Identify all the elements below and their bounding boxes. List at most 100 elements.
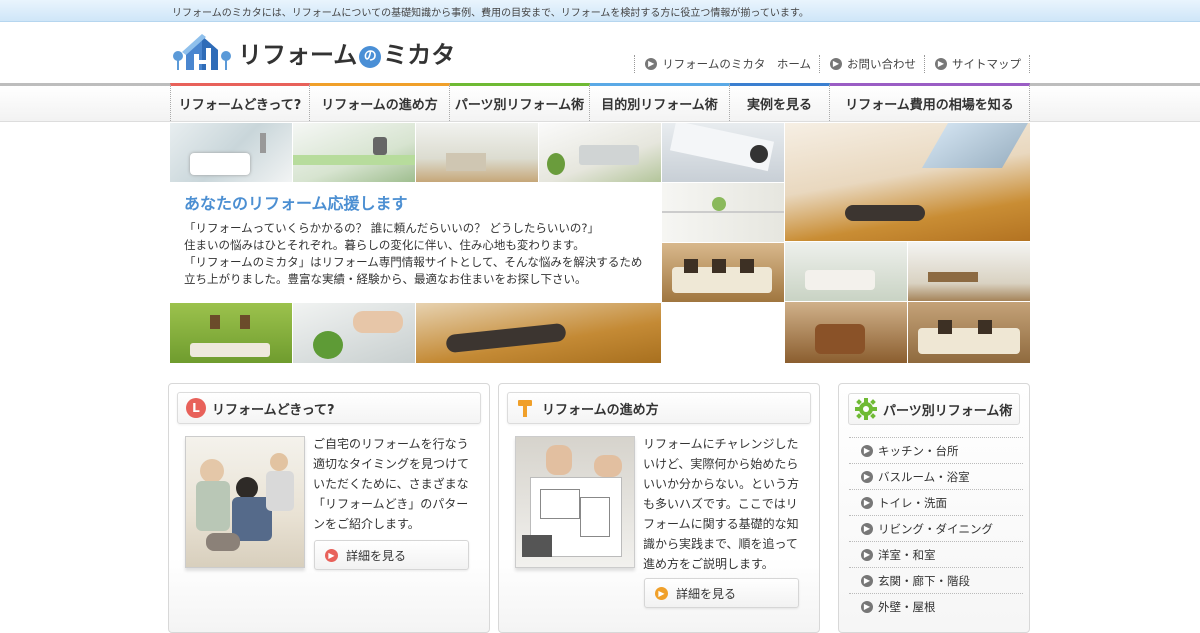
hero-line: 住まいの悩みはひとそれぞれ。暮らしの変化に伴い、住み心地も変わります。 — [184, 238, 585, 252]
utility-links: ▶ リフォームのミカタ ホーム ▶ お問い合わせ ▶ サイトマップ — [634, 55, 1030, 73]
global-nav: リフォームどきって? リフォームの進め方 パーツ別リフォーム術 目的別リフォーム… — [170, 83, 1030, 121]
logo-text-mikata: ミカタ — [383, 41, 456, 69]
sofa-room-photo — [908, 302, 1030, 363]
util-link-home[interactable]: ▶ リフォームのミカタ ホーム — [634, 55, 819, 73]
arrow-right-icon: ▶ — [655, 586, 668, 600]
nav-examples[interactable]: 実例を見る — [730, 83, 830, 121]
blueprint-hands-photo — [515, 436, 635, 568]
details-button[interactable]: ▶ 詳細を見る — [644, 578, 799, 608]
logo-no-badge: の — [359, 46, 382, 68]
lounge-chair-photo — [416, 303, 661, 363]
house-logo-icon — [173, 34, 231, 70]
nav-label: パーツ別リフォーム術 — [454, 98, 585, 113]
hammer-icon — [518, 400, 532, 417]
arrow-right-icon: ▶ — [861, 548, 873, 561]
sidebar-reform-by-part: パーツ別リフォーム術 ▶ キッチン・台所 ▶ バスルーム・浴室 ▶ トイレ・洗面 ▶ リ… — [838, 383, 1030, 633]
top-info-bar: リフォームのミカタには、リフォームについての基礎知識から事例、費用の目安まで、リ… — [0, 0, 1200, 22]
card-header: リフォームの進め方 — [507, 392, 811, 424]
util-link-sitemap[interactable]: ▶ サイトマップ — [924, 55, 1030, 73]
dining-room-photo — [416, 123, 538, 182]
nav-reform-by-part[interactable]: パーツ別リフォーム術 — [450, 83, 590, 121]
sidebar-item-label: トイレ・洗面 — [878, 495, 947, 510]
l-badge-icon: L — [186, 398, 206, 418]
sidebar-item-label: 玄関・廊下・階段 — [878, 573, 970, 588]
nav-reform-timing[interactable]: リフォームどきって? — [170, 83, 310, 121]
card-text-line: ンをご紹介します。 — [313, 517, 420, 531]
hero-collage: あなたのリフォーム応援します 「リフォームっていくらかかるの？ 誰に頼んだらいい… — [170, 123, 1030, 363]
nav-reform-process[interactable]: リフォームの進め方 — [310, 83, 450, 121]
card-text-line: 識から実践まで、順を追って — [643, 537, 798, 551]
card-reform-process: リフォームの進め方 リフォームにチャレンジした いけど、実際何から始めたら いい… — [498, 383, 820, 633]
attic-living-photo — [785, 123, 1030, 241]
sidebar-item-entrance[interactable]: ▶ 玄関・廊下・階段 — [849, 567, 1023, 593]
hero-title: あなたのリフォーム応援します — [184, 194, 408, 213]
shelf-plant-photo — [662, 183, 784, 242]
card-title: リフォームの進め方 — [542, 402, 659, 418]
card-title: リフォームどきって? — [212, 402, 335, 418]
site-logo[interactable]: リフォームのミカタ — [172, 30, 455, 74]
sidebar-title: パーツ別リフォーム術 — [883, 403, 1013, 419]
bathroom-photo — [170, 123, 292, 182]
card-text-line: いただくために、さまざまな — [313, 477, 469, 491]
arrow-right-icon: ▶ — [861, 574, 873, 587]
card-text-line: フォームに関する基礎的な知 — [643, 517, 799, 531]
arrow-right-icon: ▶ — [861, 496, 873, 509]
card-header: L リフォームどきって? — [177, 392, 481, 424]
sink-photo — [539, 123, 661, 182]
sidebar-item-label: バスルーム・浴室 — [878, 469, 970, 484]
details-button-label: 詳細を見る — [676, 586, 737, 601]
family-photo — [185, 436, 305, 568]
hero-line: 「リフォームのミカタ」はリフォーム専門情報サイトとして、そんな悩みを解決するため — [184, 255, 643, 269]
gear-icon — [855, 398, 877, 420]
arrow-right-icon: ▶ — [861, 444, 873, 457]
arrow-right-icon: ▶ — [830, 58, 842, 70]
nav-label: リフォーム費用の相場を知る — [845, 98, 1014, 113]
sidebar-item-toilet[interactable]: ▶ トイレ・洗面 — [849, 489, 1023, 515]
green-wall-sofa-photo — [170, 303, 292, 363]
arrow-right-icon: ▶ — [861, 522, 873, 535]
dining-kitchen-photo — [908, 242, 1030, 301]
blueprint-roll-photo — [662, 123, 784, 182]
sidebar-item-label: キッチン・台所 — [878, 443, 959, 458]
card-text-line: リフォームにチャレンジした — [643, 437, 799, 451]
sidebar-item-label: リビング・ダイニング — [878, 521, 993, 536]
card-reform-timing: L リフォームどきって? ご自宅のリフォームを行なう 適切なタイミングを見つけて… — [168, 383, 490, 633]
sidebar-item-living[interactable]: ▶ リビング・ダイニング — [849, 515, 1023, 541]
sidebar-header: パーツ別リフォーム術 — [848, 393, 1020, 425]
details-button[interactable]: ▶ 詳細を見る — [314, 540, 469, 570]
logo-text-reform: リフォーム — [238, 41, 358, 69]
sidebar-item-bathroom[interactable]: ▶ バスルーム・浴室 — [849, 463, 1023, 489]
card-text-line: 適切なタイミングを見つけて — [313, 457, 470, 471]
hero-line: 立ち上がりました。豊富な実績・経験から、最適なお住まいをお探し下さい。 — [184, 272, 587, 286]
card-text-line: いいか分からない。という方 — [643, 477, 800, 491]
hero-line: 「リフォームっていくらかかるの？ 誰に頼んだらいいの？ どうしたらいいの?」 — [184, 221, 599, 235]
card-text-line: も多いハズです。ここではリ — [643, 497, 798, 511]
sofa-cushions-photo — [662, 243, 784, 302]
kitchen-counter-photo — [293, 123, 415, 182]
nav-reform-by-purpose[interactable]: 目的別リフォーム術 — [590, 83, 730, 121]
arrow-right-icon: ▶ — [645, 58, 658, 70]
nav-reform-cost[interactable]: リフォーム費用の相場を知る — [830, 83, 1030, 121]
nav-label: リフォームの進め方 — [321, 98, 438, 113]
nav-label: リフォームどきって? — [178, 98, 302, 113]
sidebar-item-kitchen[interactable]: ▶ キッチン・台所 — [849, 437, 1023, 463]
nav-label: 実例を見る — [746, 98, 812, 113]
nav-label: 目的別リフォーム術 — [601, 98, 718, 113]
sidebar-item-rooms[interactable]: ▶ 洋室・和室 — [849, 541, 1023, 567]
arrow-right-icon: ▶ — [861, 470, 873, 483]
bathroom-tub-photo — [785, 302, 907, 363]
util-link-label: お問い合わせ — [847, 57, 916, 71]
washing-vegetables-photo — [293, 303, 415, 363]
card-text-line: いけど、実際何から始めたら — [643, 457, 799, 471]
util-link-label: サイトマップ — [952, 57, 1021, 71]
util-link-contact[interactable]: ▶ お問い合わせ — [819, 55, 924, 73]
details-button-label: 詳細を見る — [346, 548, 407, 563]
hero-intro: あなたのリフォーム応援します 「リフォームっていくらかかるの？ 誰に頼んだらいい… — [170, 182, 661, 302]
sidebar-item-exterior[interactable]: ▶ 外壁・屋根 — [849, 593, 1023, 619]
living-room-photo — [785, 242, 907, 301]
card-description: ご自宅のリフォームを行なう 適切なタイミングを見つけて いただくために、さまざま… — [313, 434, 485, 534]
logo-text: リフォームのミカタ — [238, 35, 455, 70]
util-link-label: リフォームのミカタ ホーム — [662, 57, 811, 71]
arrow-right-icon: ▶ — [861, 600, 873, 613]
sidebar-item-label: 外壁・屋根 — [878, 599, 936, 614]
